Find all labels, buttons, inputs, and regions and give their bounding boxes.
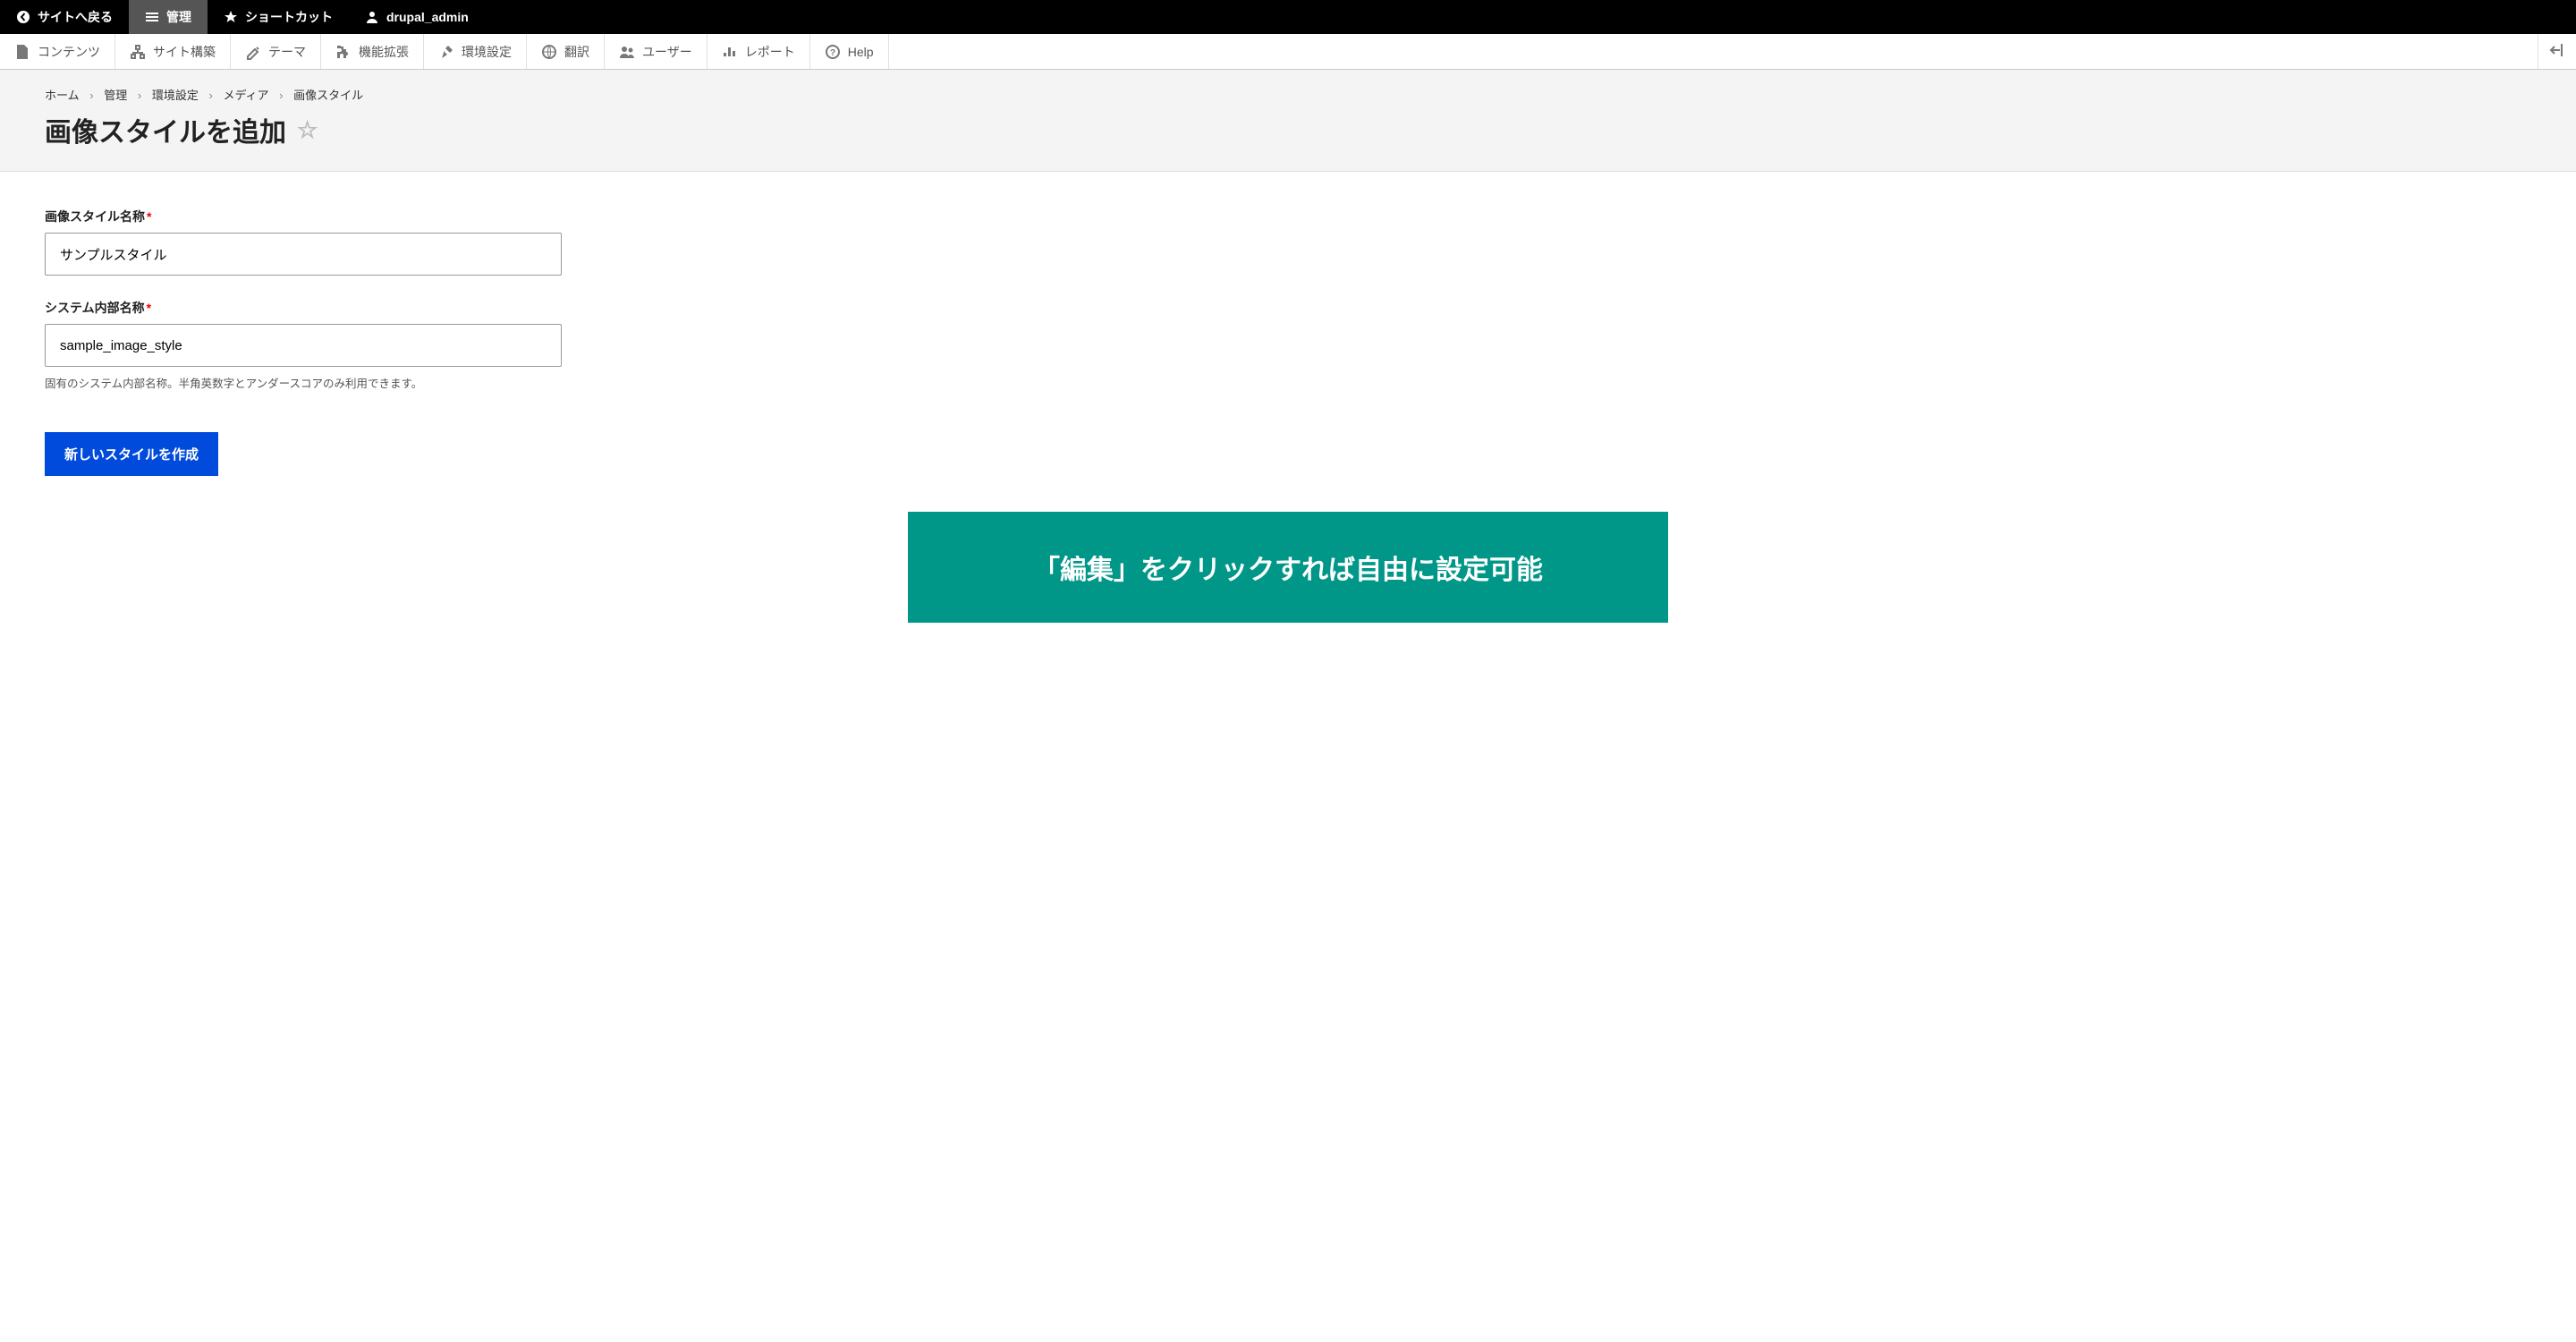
nav-structure[interactable]: サイト構築 bbox=[115, 34, 231, 69]
name-label-text: 画像スタイル名称 bbox=[45, 209, 145, 224]
nav-people[interactable]: ユーザー bbox=[605, 34, 708, 69]
shortcut-star-icon[interactable]: ☆ bbox=[297, 116, 318, 144]
form-item-machine: システム内部名称* 固有のシステム内部名称。半角英数字とアンダースコアのみ利用で… bbox=[45, 299, 2531, 391]
nav-extend[interactable]: 機能拡張 bbox=[321, 34, 424, 69]
breadcrumb-item[interactable]: ホーム bbox=[45, 89, 80, 102]
breadcrumb-item[interactable]: 管理 bbox=[104, 89, 127, 102]
machine-input[interactable] bbox=[45, 324, 562, 367]
hamburger-icon bbox=[145, 10, 159, 24]
config-icon bbox=[438, 44, 454, 60]
people-icon bbox=[619, 44, 635, 60]
star-icon bbox=[224, 10, 238, 24]
breadcrumb-item[interactable]: 環境設定 bbox=[152, 89, 199, 102]
manage-label: 管理 bbox=[166, 8, 191, 26]
extend-icon bbox=[335, 44, 352, 60]
name-input[interactable] bbox=[45, 233, 562, 276]
submit-button[interactable]: 新しいスタイルを作成 bbox=[45, 432, 218, 476]
shortcuts-label: ショートカット bbox=[245, 8, 333, 26]
user-icon bbox=[365, 10, 379, 24]
nav-appearance-label: テーマ bbox=[268, 43, 306, 61]
file-icon bbox=[14, 44, 30, 60]
appearance-icon bbox=[245, 44, 261, 60]
toolbar-spacer bbox=[889, 34, 2538, 69]
nav-appearance[interactable]: テーマ bbox=[231, 34, 321, 69]
breadcrumb-sep: › bbox=[279, 89, 283, 102]
main-content: 画像スタイル名称* システム内部名称* 固有のシステム内部名称。半角英数字とアン… bbox=[0, 172, 2576, 658]
nav-config-label: 環境設定 bbox=[462, 43, 512, 61]
collapse-icon bbox=[2549, 42, 2565, 61]
shortcuts[interactable]: ショートカット bbox=[208, 0, 349, 34]
nav-content[interactable]: コンテンツ bbox=[0, 34, 115, 69]
required-marker: * bbox=[147, 209, 151, 224]
annotation-banner: 「編集」をクリックすれば自由に設定可能 bbox=[908, 512, 1668, 623]
help-icon: ? bbox=[825, 44, 841, 60]
nav-extend-label: 機能拡張 bbox=[359, 43, 409, 61]
page-title: 画像スタイルを追加 ☆ bbox=[45, 110, 2531, 149]
back-to-site[interactable]: サイトへ戻る bbox=[0, 0, 129, 34]
back-arrow-icon bbox=[16, 10, 30, 24]
machine-label: システム内部名称* bbox=[45, 299, 2531, 317]
nav-people-label: ユーザー bbox=[642, 43, 692, 61]
nav-help[interactable]: ? Help bbox=[810, 34, 889, 69]
machine-description: 固有のシステム内部名称。半角英数字とアンダースコアのみ利用できます。 bbox=[45, 374, 2531, 391]
nav-content-label: コンテンツ bbox=[38, 43, 100, 61]
user-label: drupal_admin bbox=[386, 10, 469, 24]
required-marker: * bbox=[147, 301, 151, 315]
nav-translate-label: 翻訳 bbox=[564, 43, 589, 61]
nav-structure-label: サイト構築 bbox=[153, 43, 216, 61]
page-title-text: 画像スタイルを追加 bbox=[45, 110, 286, 149]
toolbar-top: サイトへ戻る 管理 ショートカット drupal_admin bbox=[0, 0, 2576, 34]
breadcrumb: ホーム › 管理 › 環境設定 › メディア › 画像スタイル bbox=[45, 86, 2531, 103]
breadcrumb-item[interactable]: 画像スタイル bbox=[293, 89, 363, 102]
back-to-site-label: サイトへ戻る bbox=[38, 8, 113, 26]
machine-label-text: システム内部名称 bbox=[45, 301, 145, 315]
toolbar-collapse[interactable] bbox=[2538, 34, 2576, 69]
breadcrumb-sep: › bbox=[208, 89, 212, 102]
translate-icon bbox=[541, 44, 557, 60]
nav-translate[interactable]: 翻訳 bbox=[527, 34, 605, 69]
user-menu[interactable]: drupal_admin bbox=[349, 0, 485, 34]
structure-icon bbox=[130, 44, 146, 60]
nav-reports[interactable]: レポート bbox=[708, 34, 810, 69]
breadcrumb-item[interactable]: メディア bbox=[223, 89, 268, 102]
toolbar-admin: コンテンツ サイト構築 テーマ 機能拡張 環境設定 翻訳 ユーザー レポート ?… bbox=[0, 34, 2576, 70]
name-label: 画像スタイル名称* bbox=[45, 208, 2531, 225]
nav-config[interactable]: 環境設定 bbox=[424, 34, 527, 69]
svg-text:?: ? bbox=[830, 48, 835, 58]
region-header: ホーム › 管理 › 環境設定 › メディア › 画像スタイル 画像スタイルを追… bbox=[0, 70, 2576, 172]
breadcrumb-sep: › bbox=[89, 89, 93, 102]
manage-toggle[interactable]: 管理 bbox=[129, 0, 208, 34]
form-item-name: 画像スタイル名称* bbox=[45, 208, 2531, 276]
nav-reports-label: レポート bbox=[745, 43, 795, 61]
reports-icon bbox=[722, 44, 738, 60]
nav-help-label: Help bbox=[848, 45, 874, 59]
breadcrumb-sep: › bbox=[138, 89, 141, 102]
